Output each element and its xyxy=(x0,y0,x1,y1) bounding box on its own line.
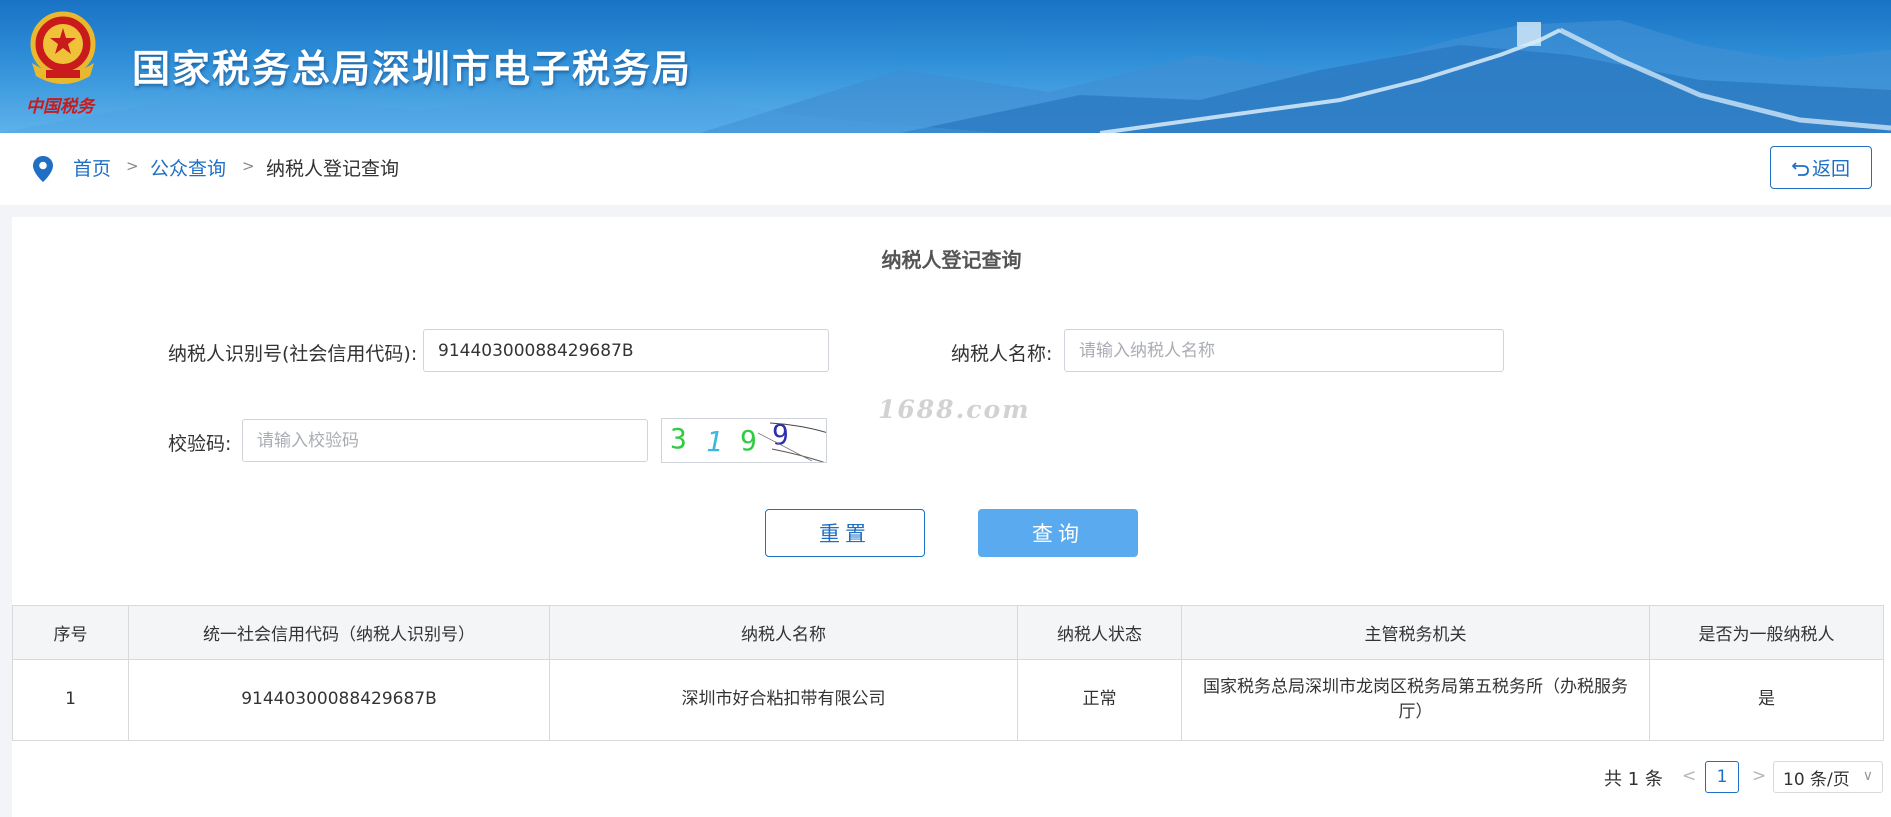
next-page-button[interactable]: > xyxy=(1752,766,1766,786)
column-header: 纳税人名称 xyxy=(549,605,1018,660)
column-header: 序号 xyxy=(12,605,129,660)
table-cell-general-taxpayer: 是 xyxy=(1649,659,1884,741)
captcha-digit: 3 xyxy=(670,422,687,455)
taxpayer-name-label: 纳税人名称: xyxy=(951,343,1053,365)
breadcrumb-public-query[interactable]: 公众查询 xyxy=(150,154,226,181)
table-cell-taxpayer-name: 深圳市好合粘扣带有限公司 xyxy=(549,659,1018,741)
captcha-image[interactable]: 3 1 9 9 xyxy=(661,418,827,463)
page-title: 纳税人登记查询 xyxy=(881,248,1022,272)
table-cell-credit-code: 91440300088429687B xyxy=(128,659,550,741)
location-pin-icon xyxy=(33,156,53,182)
breadcrumb-current: 纳税人登记查询 xyxy=(266,158,400,180)
table-header-row: 序号 统一社会信用代码（纳税人识别号） 纳税人名称 纳税人状态 主管税务机关 是… xyxy=(12,605,1884,660)
table-cell-index: 1 xyxy=(12,659,129,741)
header-banner: 中国税务 国家税务总局深圳市电子税务局 xyxy=(0,0,1891,133)
column-header: 主管税务机关 xyxy=(1181,605,1650,660)
tax-emblem-icon: 中国税务 xyxy=(20,8,106,118)
page-size-select[interactable]: 10 条/页 ∨ xyxy=(1773,761,1883,793)
prev-page-button[interactable]: < xyxy=(1682,766,1696,786)
chevron-down-icon: ∨ xyxy=(1862,768,1873,784)
table-row: 1 91440300088429687B 深圳市好合粘扣带有限公司 正常 国家税… xyxy=(12,659,1884,741)
breadcrumb-bar: 首页 > 公众查询 > 纳税人登记查询 返回 xyxy=(0,133,1891,205)
captcha-label: 校验码: xyxy=(168,433,232,455)
page-number-button[interactable]: 1 xyxy=(1705,761,1739,793)
breadcrumb-separator: > xyxy=(242,157,255,175)
column-header: 纳税人状态 xyxy=(1017,605,1182,660)
query-panel: 纳税人登记查询 纳税人识别号(社会信用代码): 纳税人名称: 校验码: 3 1 … xyxy=(12,217,1891,817)
taxpayer-id-input[interactable] xyxy=(423,329,829,372)
pagination-total: 共 1 条 xyxy=(1604,769,1663,790)
query-button[interactable]: 查询 xyxy=(978,509,1138,557)
reset-button[interactable]: 重置 xyxy=(765,509,925,557)
captcha-digit: 1 xyxy=(706,425,723,458)
results-table: 序号 统一社会信用代码（纳税人识别号） 纳税人名称 纳税人状态 主管税务机关 是… xyxy=(12,605,1884,741)
breadcrumb-home[interactable]: 首页 xyxy=(73,154,111,181)
column-header: 统一社会信用代码（纳税人识别号） xyxy=(128,605,550,660)
column-header: 是否为一般纳税人 xyxy=(1649,605,1884,660)
page-size-value: 10 条/页 xyxy=(1783,769,1850,790)
back-button-label: 返回 xyxy=(1811,158,1850,180)
back-button[interactable]: 返回 xyxy=(1770,146,1872,189)
taxpayer-id-label: 纳税人识别号(社会信用代码): xyxy=(168,343,418,365)
breadcrumb-separator: > xyxy=(126,157,139,175)
captcha-input[interactable] xyxy=(242,419,648,462)
site-title: 国家税务总局深圳市电子税务局 xyxy=(132,47,693,91)
undo-icon xyxy=(1791,161,1809,176)
emblem-caption: 中国税务 xyxy=(26,97,94,117)
taxpayer-name-input[interactable] xyxy=(1064,329,1504,372)
table-cell-tax-authority: 国家税务总局深圳市龙岗区税务局第五税务所（办税服务厅） xyxy=(1181,659,1650,741)
watermark-text: 1688.com xyxy=(878,395,1031,424)
captcha-digit: 9 xyxy=(740,424,757,457)
table-cell-status: 正常 xyxy=(1017,659,1182,741)
